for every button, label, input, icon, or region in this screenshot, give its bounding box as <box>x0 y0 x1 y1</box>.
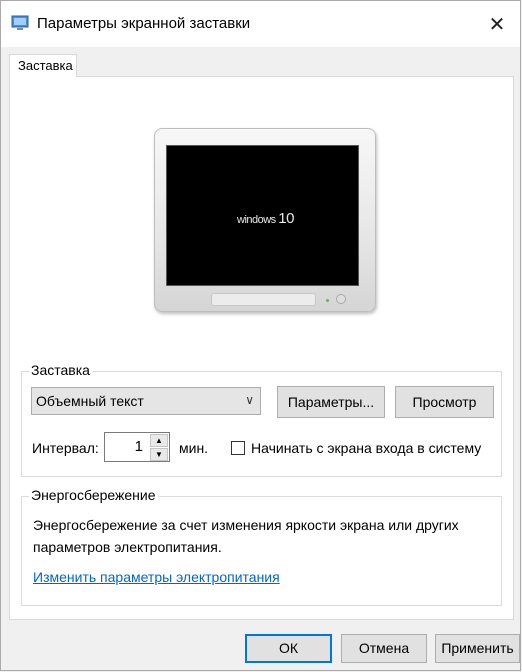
ok-button-label: ОК <box>278 640 299 656</box>
tab-screensaver-label: Заставка <box>18 58 73 73</box>
cancel-button[interactable]: Отмена <box>341 634 427 663</box>
preview-text-small: windows <box>237 214 276 226</box>
screensaver-select-value: Объемный текст <box>36 393 144 409</box>
stepper-up-icon[interactable]: ▲ <box>150 434 168 447</box>
interval-stepper[interactable]: 1 ▲ ▼ <box>104 432 170 462</box>
preview-text-big: 10 <box>278 210 294 227</box>
screensaver-group-label: Заставка <box>29 362 92 378</box>
settings-button-label: Параметры... <box>287 394 375 410</box>
title-bar: Параметры экранной заставки ✕ <box>1 1 520 47</box>
chevron-down-icon: ∨ <box>245 393 254 407</box>
ok-button[interactable]: ОК <box>245 634 332 663</box>
settings-button[interactable]: Параметры... <box>277 386 385 418</box>
resume-checkbox-label[interactable]: Начинать с экрана входа в систему <box>251 440 481 456</box>
preview-button[interactable]: Просмотр <box>395 386 494 418</box>
power-description-line1: Энергосбережение за счет изменения яркос… <box>33 517 459 533</box>
power-settings-link[interactable]: Изменить параметры электропитания <box>33 569 280 585</box>
window-title: Параметры экранной заставки <box>37 15 251 32</box>
screensaver-monitor-icon <box>11 15 29 30</box>
close-icon: ✕ <box>488 13 506 36</box>
power-button-icon <box>336 294 346 304</box>
power-led-icon <box>326 299 329 302</box>
monitor-preview: windows 10 <box>154 128 376 312</box>
apply-button[interactable]: Применить <box>435 634 520 663</box>
power-description-line2: параметров электропитания. <box>33 539 222 555</box>
preview-screen-text: windows 10 <box>237 210 294 227</box>
stepper-down-icon[interactable]: ▼ <box>150 448 168 461</box>
interval-label: Интервал: <box>32 440 99 456</box>
screensaver-settings-dialog: Параметры экранной заставки ✕ Заставка w… <box>0 0 521 671</box>
preview-button-label: Просмотр <box>412 394 477 410</box>
interval-unit: мин. <box>179 440 209 456</box>
interval-value: 1 <box>134 438 143 455</box>
cancel-button-label: Отмена <box>358 640 410 656</box>
monitor-drive-slot <box>211 293 316 306</box>
power-group-label: Энергосбережение <box>29 487 158 503</box>
resume-checkbox[interactable] <box>231 441 245 455</box>
screensaver-select[interactable]: Объемный текст ∨ <box>31 387 261 415</box>
preview-screen: windows 10 <box>166 145 359 286</box>
close-button[interactable]: ✕ <box>474 1 520 47</box>
apply-button-label: Применить <box>441 640 514 656</box>
tab-screensaver[interactable]: Заставка <box>9 54 77 77</box>
